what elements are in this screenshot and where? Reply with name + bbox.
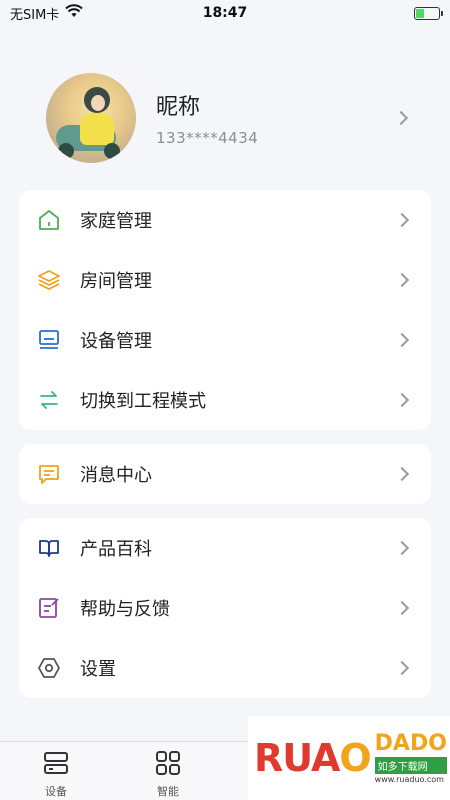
status-left: 无SIM卡: [10, 4, 84, 23]
menu-item-label: 设备管理: [80, 331, 152, 352]
menu-item-label: 帮助与反馈: [80, 599, 170, 620]
switch-icon: [36, 387, 62, 413]
battery-icon: [414, 6, 443, 20]
tab-devices[interactable]: 设备: [0, 742, 112, 800]
watermark-url: www.ruaduo.com: [374, 774, 444, 784]
avatar-face: [91, 95, 105, 111]
menu-card-messages: 消息中心: [19, 444, 431, 504]
status-bar: 无SIM卡 18:47: [0, 0, 450, 26]
menu-item-label: 设置: [80, 659, 116, 680]
chevron-right-icon: [394, 540, 410, 556]
battery-level: [416, 8, 424, 18]
avatar-figure: [80, 113, 114, 145]
device-icon: [36, 327, 62, 353]
grid-tab-icon: [155, 750, 181, 780]
chevron-right-icon: [394, 392, 410, 408]
menu-item-messages[interactable]: 消息中心: [19, 444, 431, 504]
chevron-right-icon: [393, 110, 409, 126]
tab-smart[interactable]: 智能: [112, 742, 224, 800]
menu-item-rooms[interactable]: 房间管理: [19, 250, 431, 310]
menu-item-product-wiki[interactable]: 产品百科: [19, 518, 431, 578]
menu-card-management: 家庭管理 房间管理 设备管理 切换到工程模式: [19, 190, 431, 430]
message-icon: [36, 461, 62, 487]
nickname: 昵称: [156, 95, 201, 120]
tab-label: 设备: [45, 785, 67, 798]
menu-item-label: 产品百科: [80, 539, 152, 560]
menu-item-help-feedback[interactable]: 帮助与反馈: [19, 578, 431, 638]
watermark-text-o: O: [339, 736, 371, 780]
avatar[interactable]: [46, 73, 136, 163]
profile-text: 昵称 133****4434: [156, 89, 396, 147]
menu-item-label: 切换到工程模式: [80, 391, 206, 412]
watermark-text-right: DADO: [374, 730, 447, 756]
layers-icon: [36, 267, 62, 293]
chevron-right-icon: [394, 600, 410, 616]
phone-number: 133****4434: [156, 129, 259, 147]
menu-item-devices[interactable]: 设备管理: [19, 310, 431, 370]
menu-item-label: 房间管理: [80, 271, 152, 292]
watermark-tag: 如多下载网: [374, 756, 447, 774]
menu-card-help: 产品百科 帮助与反馈 设置: [19, 518, 431, 698]
watermark-side: DADO 如多下载网 www.ruaduo.com: [374, 730, 447, 784]
menu-item-label: 家庭管理: [80, 211, 152, 232]
chevron-right-icon: [394, 332, 410, 348]
avatar-wheel: [104, 143, 120, 159]
avatar-wheel: [58, 143, 74, 159]
watermark-text-left: RUA: [254, 736, 340, 780]
device-tab-icon: [43, 750, 69, 780]
chevron-right-icon: [394, 272, 410, 288]
chevron-right-icon: [394, 466, 410, 482]
profile-header[interactable]: 昵称 133****4434: [0, 68, 450, 168]
menu-item-label: 消息中心: [80, 465, 152, 486]
menu-item-engineering-mode[interactable]: 切换到工程模式: [19, 370, 431, 430]
watermark-wordmark: RUAO: [254, 736, 372, 780]
menu-item-settings[interactable]: 设置: [19, 638, 431, 698]
carrier-label: 无SIM卡: [10, 7, 60, 23]
chevron-right-icon: [394, 212, 410, 228]
feedback-icon: [36, 595, 62, 621]
settings-icon: [36, 655, 62, 681]
book-icon: [36, 535, 62, 561]
menu-item-family[interactable]: 家庭管理: [19, 190, 431, 250]
watermark-logo: RUAO DADO 如多下载网 www.ruaduo.com: [248, 716, 450, 800]
tab-label: 智能: [157, 785, 179, 798]
home-icon: [36, 207, 62, 233]
wifi-icon: [65, 4, 84, 22]
chevron-right-icon: [394, 660, 410, 676]
